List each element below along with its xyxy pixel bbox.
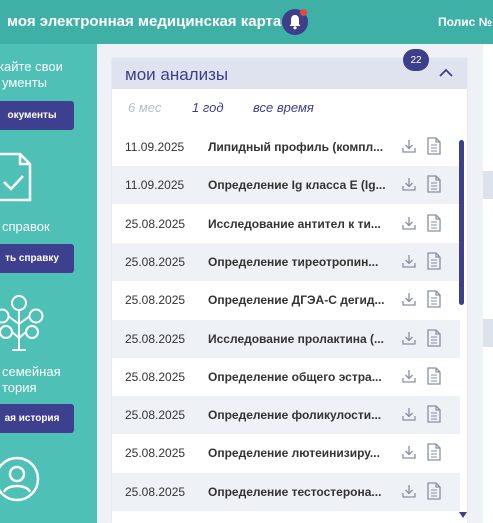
document-icon[interactable]	[427, 405, 441, 428]
top-bar: моя электронная медицинская карта Полис …	[0, 0, 493, 44]
family-text-line1: семейная	[2, 364, 61, 379]
analysis-date: 25.08.2025	[125, 408, 186, 423]
download-icon[interactable]	[401, 176, 417, 197]
download-icon[interactable]	[401, 291, 417, 312]
document-icon[interactable]	[427, 443, 441, 466]
analysis-name[interactable]: Определение Ig класса E (Ig...	[208, 178, 391, 192]
filter-1-year[interactable]: 1 год	[192, 100, 224, 115]
analysis-name[interactable]: Исследование пролактина (...	[208, 332, 391, 346]
document-icon[interactable]	[427, 367, 441, 390]
filter-6-months[interactable]: 6 мес	[128, 100, 161, 115]
document-icon[interactable]	[427, 137, 441, 160]
download-icon[interactable]	[401, 406, 417, 427]
download-icon[interactable]	[401, 330, 417, 351]
download-icon[interactable]	[401, 368, 417, 389]
document-icon[interactable]	[427, 482, 441, 505]
analysis-row[interactable]: 25.08.2025 Определение тестостерона...	[112, 472, 460, 511]
analysis-row[interactable]: 25.08.2025 Определение лютеинизиру...	[112, 434, 460, 472]
family-tree-icon	[0, 295, 44, 351]
analysis-date: 25.08.2025	[125, 446, 186, 461]
download-icon[interactable]	[401, 138, 417, 159]
analysis-row[interactable]: 25.08.2025 Определение общего эстра...	[112, 358, 460, 396]
analysis-row[interactable]: 25.08.2025 Исследование антител к ти...	[112, 205, 460, 243]
notifications-button[interactable]	[282, 9, 308, 35]
analysis-name[interactable]: Определение фоликулости...	[208, 408, 391, 422]
analysis-date: 25.08.2025	[125, 369, 186, 384]
document-icon[interactable]	[427, 252, 441, 275]
right-panel-divider	[483, 171, 493, 199]
analyses-title: мои анализы	[125, 65, 229, 84]
documents-button[interactable]: окументы	[0, 101, 74, 130]
analysis-name[interactable]: Определение ДГЭА-С дегид...	[208, 293, 391, 307]
analysis-row[interactable]: 25.08.2025 Определение тиреотропин...	[112, 242, 460, 281]
download-icon[interactable]	[401, 483, 417, 504]
my-analyses-card: мои анализы 6 мес 1 год все время 11.09.…	[112, 58, 467, 523]
policy-label[interactable]: Полис № -	[438, 15, 493, 29]
family-history-button[interactable]: ая история	[0, 404, 74, 433]
document-icon[interactable]	[427, 290, 441, 313]
analysis-date: 11.09.2025	[125, 178, 185, 193]
analysis-date: 25.08.2025	[125, 293, 186, 308]
analysis-name[interactable]: Определение общего эстра...	[208, 370, 391, 384]
analyses-count-badge: 22	[403, 49, 429, 71]
analysis-date: 25.08.2025	[125, 216, 186, 231]
analysis-row[interactable]: 25.08.2025 Определение фоликулости...	[112, 396, 460, 435]
bell-icon	[289, 15, 301, 30]
app-title: моя электронная медицинская карта	[7, 13, 282, 30]
right-panel-divider	[483, 319, 493, 347]
scrollbar-thumb[interactable]	[459, 140, 464, 305]
download-icon[interactable]	[401, 215, 417, 236]
documents-text-line1: кайте свои	[0, 59, 63, 74]
documents-text-line2: ументы	[2, 75, 47, 90]
notification-dot	[300, 9, 307, 16]
analysis-name[interactable]: Липидный профиль (компл...	[208, 140, 391, 154]
analysis-row[interactable]: 25.08.2025 Определение ДГЭА-С дегид...	[112, 281, 460, 319]
analysis-name[interactable]: Исследование антител к ти...	[208, 217, 391, 231]
certificate-icon	[0, 152, 32, 202]
analysis-date: 25.08.2025	[125, 331, 186, 346]
get-certificate-button[interactable]: ть справку	[0, 244, 74, 273]
right-panel-edge	[483, 44, 493, 523]
filter-all-time[interactable]: все время	[253, 100, 314, 115]
analysis-date: 25.08.2025	[125, 484, 186, 499]
analysis-row[interactable]: 25.08.2025 Исследование пролактина (...	[112, 319, 460, 358]
download-icon[interactable]	[401, 253, 417, 274]
family-text-line2: тория	[2, 380, 37, 395]
profile-icon	[0, 456, 40, 502]
analysis-date: 25.08.2025	[125, 254, 186, 269]
sidebar: кайте свои ументы окументы справок ть сп…	[0, 44, 97, 523]
document-icon[interactable]	[427, 213, 441, 237]
analysis-name[interactable]: Определение тестостерона...	[208, 485, 391, 499]
analysis-row[interactable]: 11.09.2025 Липидный профиль (компл...	[112, 128, 460, 166]
analysis-row[interactable]: 11.09.2025 Определение Ig класса E (Ig...	[112, 166, 460, 205]
download-icon[interactable]	[401, 444, 417, 465]
analysis-date: 11.09.2025	[125, 140, 185, 154]
scroll-down-icon[interactable]	[459, 512, 467, 518]
certificates-text: справок	[2, 219, 50, 234]
analysis-name[interactable]: Определение тиреотропин...	[208, 255, 391, 269]
analysis-name[interactable]: Определение лютеинизиру...	[208, 446, 391, 460]
document-icon[interactable]	[427, 175, 441, 198]
chevron-up-icon[interactable]	[439, 68, 453, 77]
document-icon[interactable]	[427, 328, 441, 352]
